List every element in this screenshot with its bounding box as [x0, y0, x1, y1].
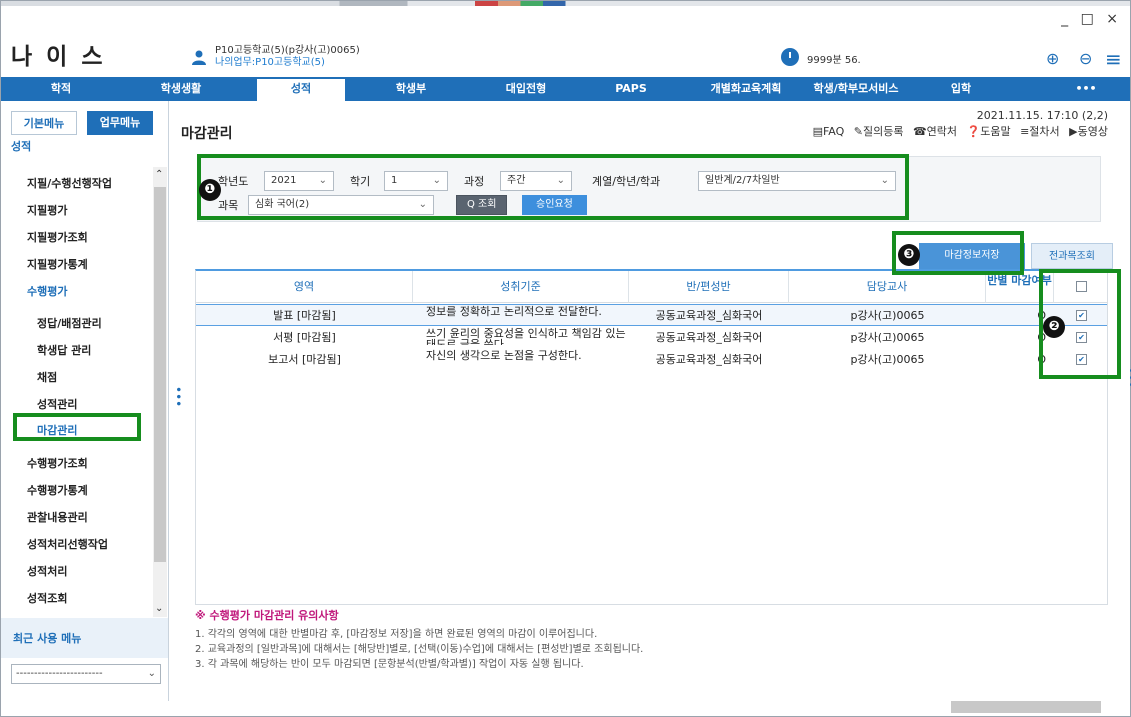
- hamburger-menu-icon[interactable]: ≡: [1105, 47, 1122, 71]
- page-title: 마감관리: [181, 126, 233, 142]
- sidebar-item[interactable]: 지필평가: [27, 202, 67, 218]
- sidebar-subitem[interactable]: 채점: [37, 369, 57, 385]
- table-row[interactable]: 발표 [마감됨] 정보를 정확하고 논리적으로 전달한다. 공동교육과정_심화국…: [196, 304, 1107, 326]
- nav-item-parent-service[interactable]: 학생/학부모서비스: [801, 77, 911, 101]
- cell-class: 공동교육과정_심화국어: [655, 353, 763, 366]
- sidebar-item[interactable]: 성적조회: [27, 590, 67, 606]
- recent-menu-value: ------------------------: [16, 668, 103, 679]
- nav-item-more[interactable]: •••: [1061, 77, 1111, 101]
- sidebar-item[interactable]: 수행평가: [27, 283, 67, 299]
- tab-basic-menu[interactable]: 기본메뉴: [11, 111, 77, 135]
- sidebar-subitem[interactable]: 성적관리: [37, 396, 77, 412]
- sidebar-item[interactable]: 지필평가조회: [27, 229, 88, 245]
- inquiry-link[interactable]: ✎질의등록: [854, 125, 904, 138]
- user-name: P10고등학교(5)(p강사(고)0065): [215, 45, 360, 56]
- sidebar: 기본메뉴 업무메뉴 성적 지필/수행선행작업 지필평가 지필평가조회 지필평가통…: [1, 101, 169, 701]
- scroll-down-icon[interactable]: ⌄: [155, 603, 163, 614]
- zoom-out-icon[interactable]: ⊖: [1079, 49, 1092, 68]
- notes-title: ※ 수행평가 마감관리 유의사항: [195, 609, 339, 622]
- sidebar-subitem[interactable]: 학생답 관리: [37, 342, 91, 358]
- column-header-teacher: 담당교사: [789, 271, 986, 303]
- app-logo: 나 이 스: [11, 44, 106, 70]
- badge-2: ❷: [1043, 316, 1065, 338]
- column-header-class: 반/편성반: [629, 271, 789, 303]
- title-bar: _ □ × 나 이 스 P10고등학교(5)(p강사(고)0065) 나의업무:…: [1, 1, 1130, 77]
- sidebar-section-title[interactable]: 성적: [11, 138, 31, 154]
- table-row[interactable]: 보고서 [마감됨] 자신의 생각으로 논점을 구성한다. 공동교육과정_심화국어…: [196, 349, 1107, 371]
- all-subject-search-button[interactable]: 전과목조회: [1031, 243, 1113, 269]
- nav-item-admission[interactable]: 대입전형: [481, 77, 571, 101]
- faq-link[interactable]: ▤FAQ: [813, 125, 845, 138]
- sidebar-scrollbar[interactable]: ⌃ ⌄: [153, 167, 167, 617]
- highlight-filter-area: [197, 154, 909, 220]
- horizontal-scrollbar[interactable]: [951, 701, 1101, 713]
- top-strip: [1, 1, 1130, 6]
- column-header-area: 영역: [196, 271, 413, 303]
- notes-section: ※ 수행평가 마감관리 유의사항 1. 각각의 영역에 대한 반별마감 후, […: [195, 607, 1095, 672]
- cell-class: 공동교육과정_심화국어: [655, 309, 763, 322]
- nav-item-entrance[interactable]: 입학: [931, 77, 991, 101]
- window-controls[interactable]: _ □ ×: [1061, 11, 1122, 27]
- sidebar-item[interactable]: 지필/수행선행작업: [27, 175, 112, 191]
- recent-menu-select[interactable]: ------------------------ ⌄: [11, 664, 161, 684]
- zoom-in-icon[interactable]: ⊕: [1046, 49, 1059, 68]
- nav-item-student-record[interactable]: 학생부: [371, 77, 451, 101]
- cell-class: 공동교육과정_심화국어: [655, 331, 763, 344]
- badge-1: ❶: [199, 179, 221, 201]
- cell-area: 보고서 [마감됨]: [268, 353, 341, 366]
- scroll-thumb[interactable]: [154, 187, 166, 562]
- cell-area: 서평 [마감됨]: [273, 331, 336, 344]
- note-line: 1. 각각의 영역에 대한 반별마감 후, [마감정보 저장]을 하면 완료된 …: [195, 629, 598, 640]
- sidebar-item[interactable]: 수행평가조회: [27, 455, 88, 471]
- contact-link[interactable]: ☎연락처: [913, 125, 957, 138]
- main-nav: 학적 학생생활 성적 학생부 대입전형 PAPS 개별화교육계획 학생/학부모서…: [1, 77, 1130, 101]
- nav-item-iep[interactable]: 개별화교육계획: [691, 77, 801, 101]
- table-row[interactable]: 서평 [마감됨] 쓰기 윤리의 중요성을 인식하고 책임감 있는 태도로 글을 …: [196, 327, 1107, 349]
- sidebar-item[interactable]: 관찰내용관리: [27, 509, 88, 525]
- column-header-standard: 성취기준: [413, 271, 629, 303]
- nav-item-paps[interactable]: PAPS: [601, 77, 661, 101]
- cell-standard: 쓰기 윤리의 중요성을 인식하고 책임감 있는 태도로 글을 쓴다.: [426, 327, 626, 345]
- user-icon: [192, 50, 206, 65]
- user-workplace[interactable]: 나의업무:P10고등학교(5): [215, 57, 360, 69]
- cell-teacher: p강사(고)0065: [850, 331, 925, 344]
- cell-teacher: p강사(고)0065: [850, 353, 925, 366]
- sidebar-item[interactable]: 지필평가통계: [27, 256, 88, 272]
- datetime: 2021.11.15. 17:10 (2,2): [976, 109, 1108, 122]
- scroll-up-icon[interactable]: ⌃: [155, 169, 163, 180]
- cell-teacher: p강사(고)0065: [850, 309, 925, 322]
- sidebar-subitem[interactable]: 정답/배점관리: [37, 315, 102, 331]
- help-link[interactable]: ❓도움말: [967, 125, 1011, 138]
- cell-standard: 정보를 정확하고 논리적으로 전달한다.: [426, 305, 602, 318]
- badge-3: ❸: [898, 244, 920, 266]
- cell-standard: 자신의 생각으로 논점을 구성한다.: [426, 349, 582, 362]
- recent-menu-label: 최근 사용 메뉴: [13, 632, 82, 645]
- chevron-down-icon: ⌄: [147, 668, 156, 679]
- clock-icon: [781, 48, 799, 66]
- cell-area: 발표 [마감됨]: [273, 309, 336, 322]
- recent-menu-bar: 최근 사용 메뉴: [1, 618, 168, 658]
- note-line: 2. 교육과정의 [일반과목]에 대해서는 [해당반]별로, [선택(이동)수업…: [195, 644, 644, 655]
- sidebar-item[interactable]: 성적처리선행작업: [27, 536, 108, 552]
- sidebar-item[interactable]: 성적처리: [27, 563, 67, 579]
- closing-grid: 영역 성취기준 반/편성반 담당교사 반별 마감여부 발표 [마감됨] 정보를 …: [195, 269, 1108, 605]
- tab-work-menu[interactable]: 업무메뉴: [87, 111, 153, 135]
- help-links: ▤FAQ ✎질의등록 ☎연락처 ❓도움말 ≡절차서 ▶동영상: [807, 123, 1108, 139]
- nav-item-hakjeok[interactable]: 학적: [21, 77, 101, 101]
- video-link[interactable]: ▶동영상: [1069, 125, 1108, 138]
- timer-text: 9999분 56.: [807, 55, 861, 66]
- nav-item-grades[interactable]: 성적: [257, 77, 345, 101]
- sidebar-item[interactable]: 수행평가통계: [27, 482, 88, 498]
- procedure-link[interactable]: ≡절차서: [1020, 125, 1060, 138]
- nav-item-student-life[interactable]: 학생생활: [141, 77, 221, 101]
- app-window: _ □ × 나 이 스 P10고등학교(5)(p강사(고)0065) 나의업무:…: [0, 0, 1131, 717]
- note-line: 3. 각 과목에 해당하는 반이 모두 마감되면 [문항분석(반별/학과별)] …: [195, 659, 584, 670]
- highlight-current-menu: [13, 413, 141, 441]
